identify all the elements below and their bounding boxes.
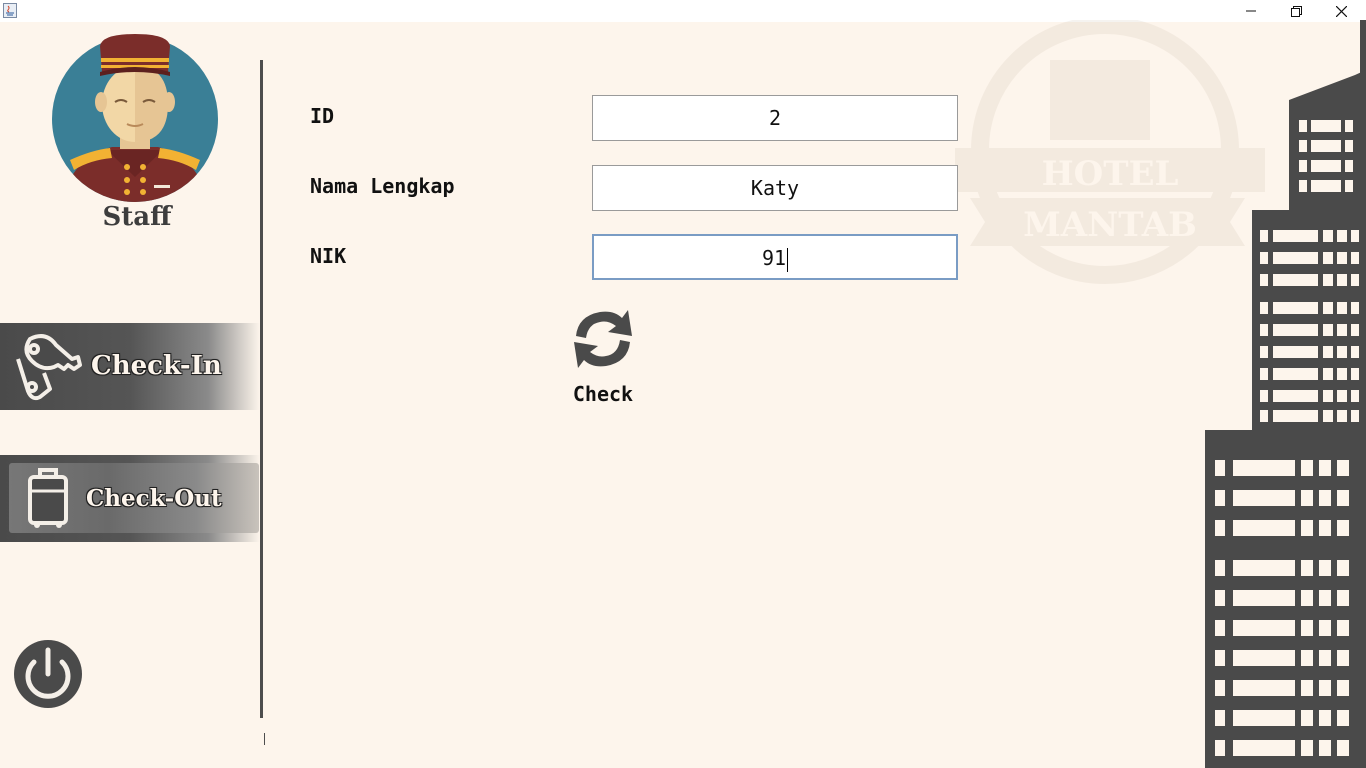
minimize-button[interactable]	[1228, 0, 1274, 22]
nav-check-out[interactable]: Check-Out	[0, 455, 260, 542]
java-app-icon	[3, 3, 17, 18]
luggage-icon	[28, 468, 68, 528]
minimize-icon	[1246, 10, 1256, 12]
text-caret	[787, 247, 789, 272]
full-name-label: Nama Lengkap	[310, 174, 455, 198]
check-in-label: Check-In	[91, 351, 222, 381]
staff-avatar	[52, 34, 218, 202]
nik-label: NIK	[310, 244, 347, 268]
watermark-mantab-text: MANTAB	[1023, 205, 1197, 245]
check-button-label[interactable]: Check	[555, 382, 651, 406]
id-value: 2	[768, 106, 782, 130]
power-icon[interactable]	[12, 638, 84, 710]
check-out-label: Check-Out	[86, 485, 222, 512]
nav-check-in[interactable]: Check-In	[0, 323, 260, 410]
close-button[interactable]	[1318, 0, 1364, 22]
full-name-value: Katy	[750, 176, 800, 200]
watermark-hotel-text: HOTEL	[1042, 154, 1179, 194]
nik-value: 91	[761, 246, 787, 270]
nik-field[interactable]: 91	[592, 234, 958, 280]
sidebar-divider	[260, 60, 263, 718]
close-icon	[1335, 5, 1347, 17]
user-role-label: Staff	[102, 202, 172, 232]
id-label: ID	[310, 104, 335, 128]
full-name-field[interactable]: Katy	[592, 165, 958, 211]
refresh-icon[interactable]	[570, 306, 636, 372]
title-bar	[0, 0, 1366, 22]
keys-icon	[16, 334, 82, 401]
building-silhouette	[1205, 20, 1366, 768]
id-field[interactable]: 2	[592, 95, 958, 141]
restore-button[interactable]	[1273, 0, 1319, 22]
restore-icon	[1290, 5, 1302, 17]
sidebar-divider-tick	[264, 733, 265, 745]
